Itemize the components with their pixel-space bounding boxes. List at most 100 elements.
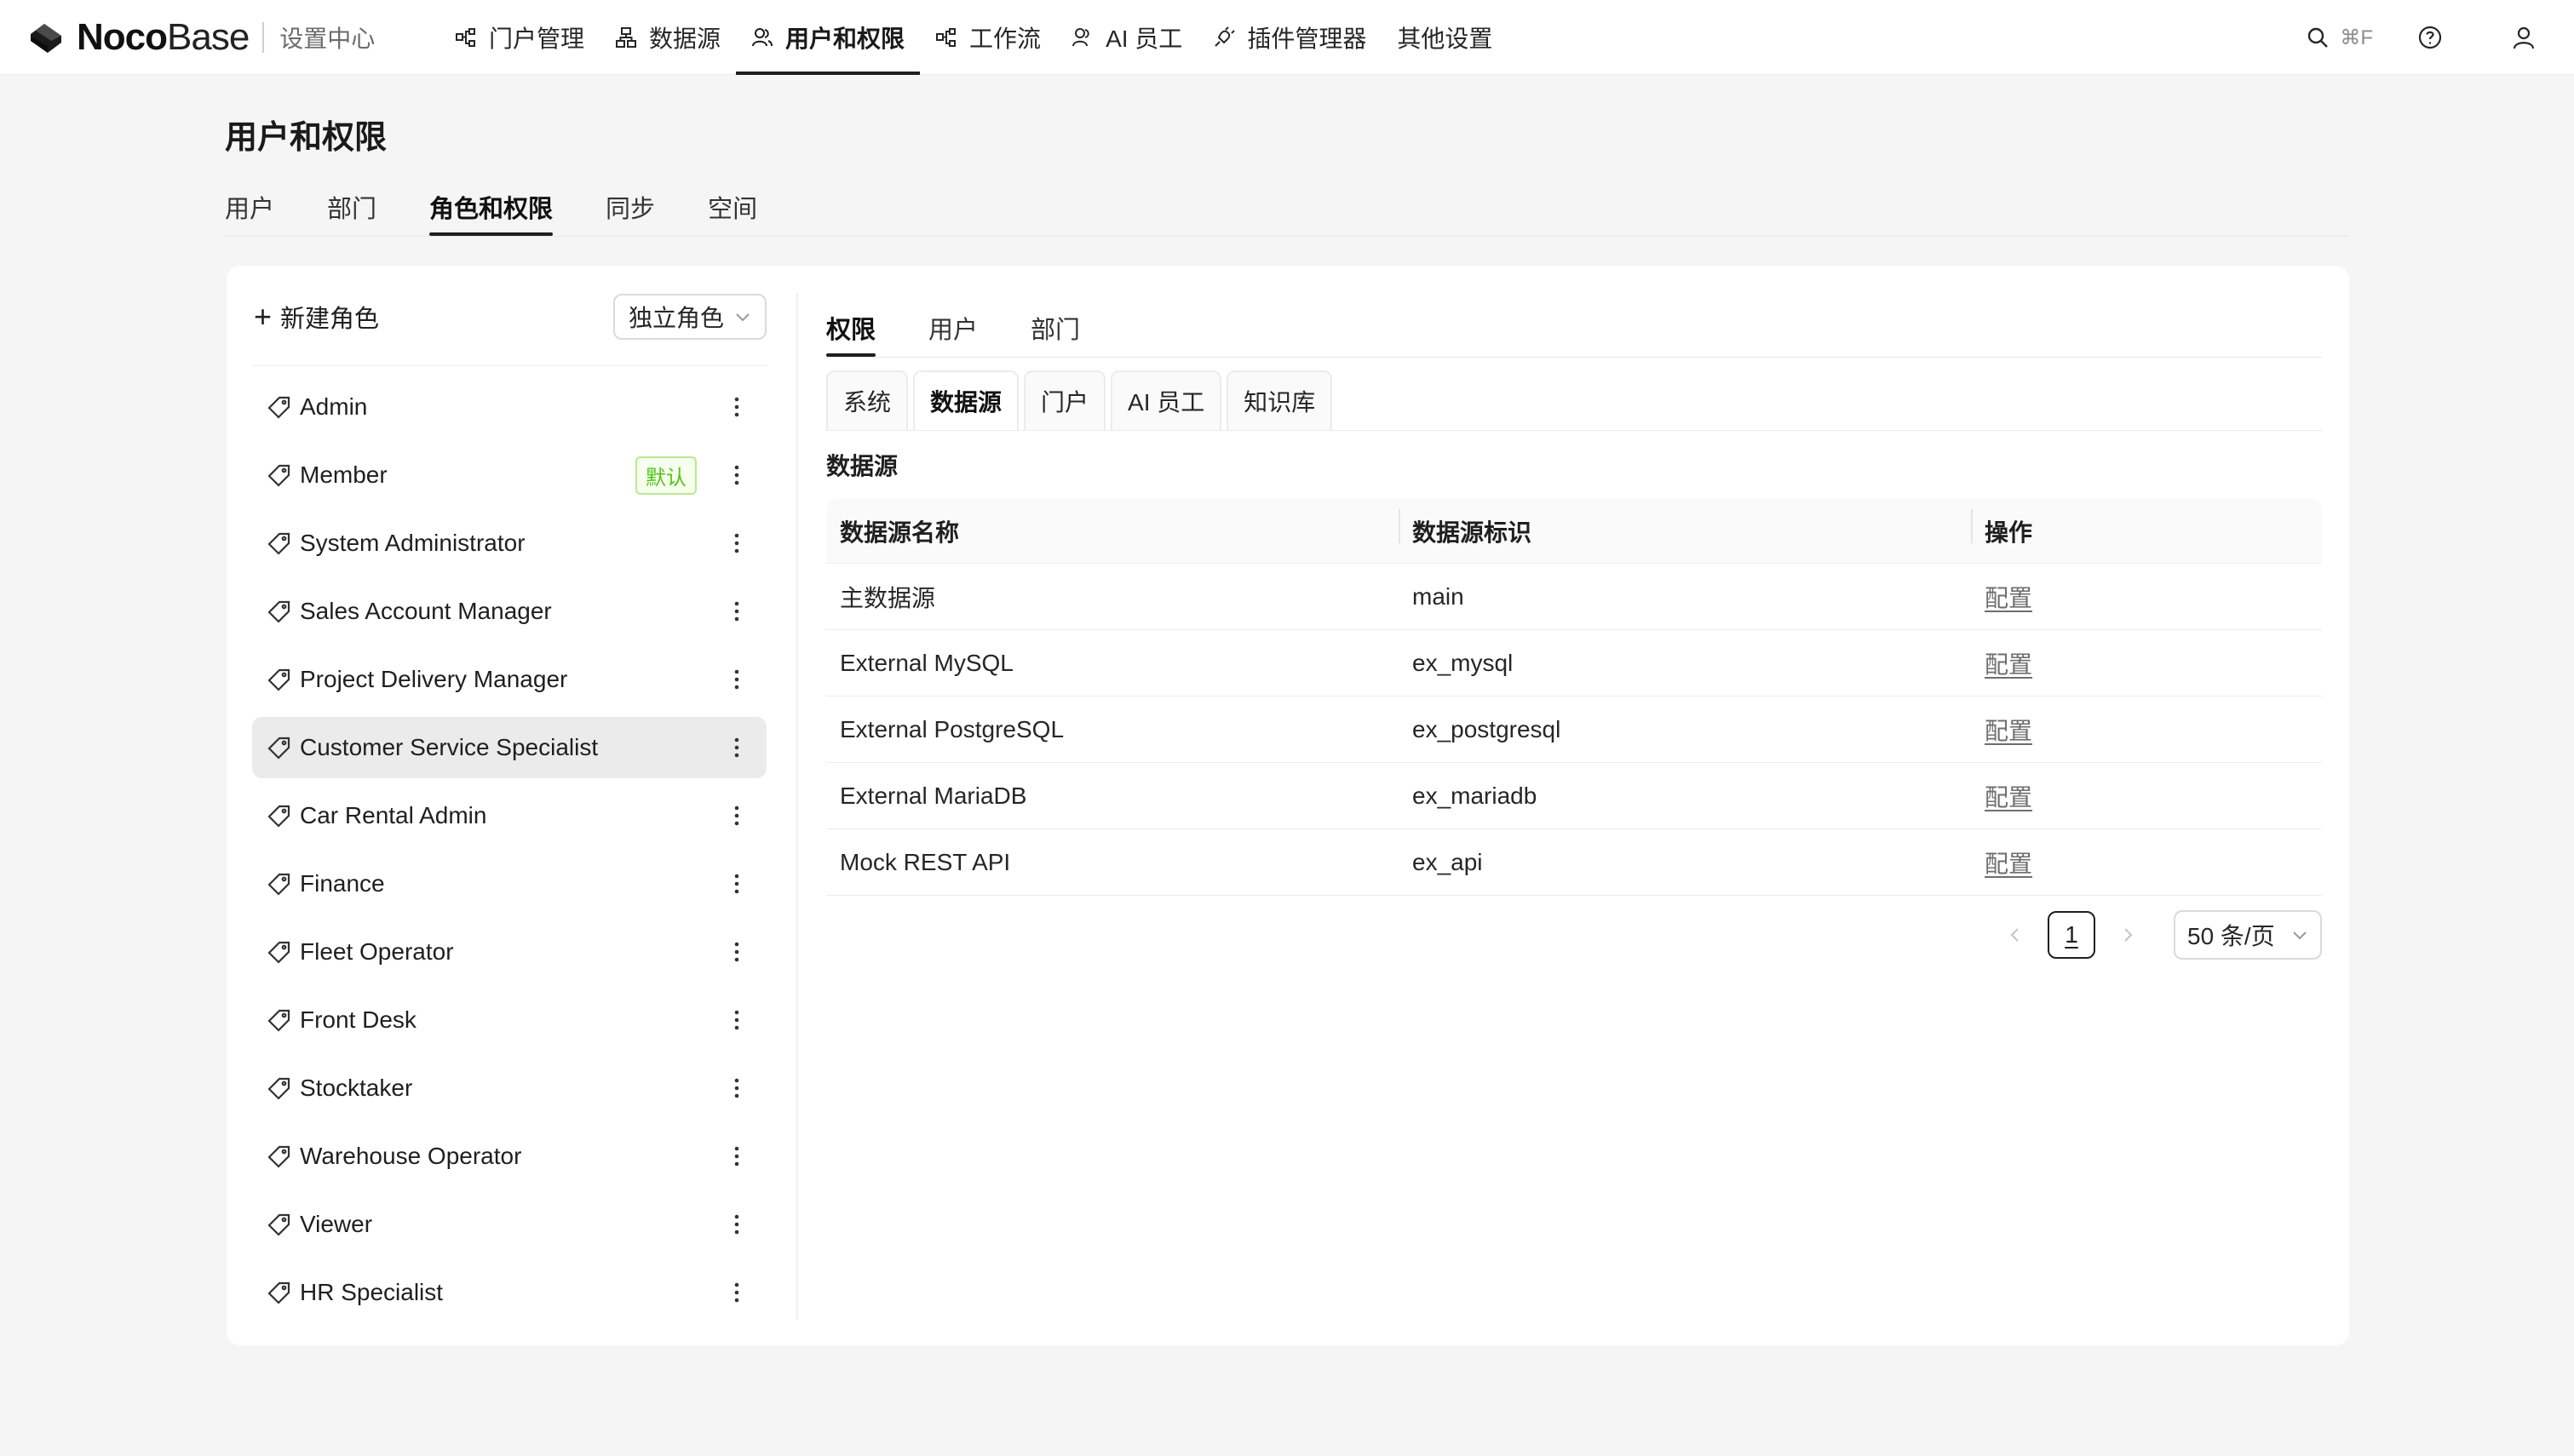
role-name: Viewer <box>300 1211 373 1237</box>
role-name: Sales Account Manager <box>300 598 552 624</box>
top-bar: NocoBase 设置中心 门户管理 数据源 用户和权限 工作流 AI 员工 插… <box>0 0 2574 75</box>
plus-icon: + <box>254 298 273 334</box>
logo[interactable]: NocoBase 设置中心 <box>26 15 375 60</box>
tab-roles-permissions[interactable]: 角色和权限 <box>429 170 554 236</box>
configure-link[interactable]: 配置 <box>1985 651 2032 678</box>
role-name: HR Specialist <box>300 1279 444 1305</box>
role-item[interactable]: Customer Service Specialist <box>252 717 767 778</box>
tab-role-departments[interactable]: 部门 <box>1031 293 1080 357</box>
role-more-button[interactable] <box>722 665 751 694</box>
role-more-button[interactable] <box>722 1142 751 1171</box>
role-item[interactable]: Finance <box>252 853 767 914</box>
role-item[interactable]: Project Delivery Manager <box>252 649 767 710</box>
role-more-button[interactable] <box>722 1210 751 1239</box>
tag-icon <box>267 600 290 623</box>
configure-link[interactable]: 配置 <box>1985 851 2032 877</box>
sub-tab-knowledge-base[interactable]: 知识库 <box>1227 370 1333 430</box>
tab-sync[interactable]: 同步 <box>606 170 655 236</box>
more-vertical-icon <box>734 533 739 553</box>
nav-portal-label: 门户管理 <box>489 26 585 52</box>
datasource-table: 数据源名称 数据源标识 操作 主数据源 main 配置 External MySQL e… <box>826 499 2322 896</box>
next-page-button[interactable] <box>2104 911 2152 959</box>
more-vertical-icon <box>734 1146 739 1167</box>
role-more-button[interactable] <box>722 733 751 762</box>
tag-icon <box>267 805 290 828</box>
top-right-actions: ⌘F <box>2306 0 2574 75</box>
nav-portal[interactable]: 门户管理 <box>440 0 600 75</box>
role-name: Member <box>300 461 388 488</box>
role-more-button[interactable] <box>722 529 751 558</box>
more-vertical-icon <box>734 465 739 485</box>
role-list: Admin Member 默认 System Administrator Sales A… <box>252 376 767 1323</box>
role-more-button[interactable] <box>722 1006 751 1035</box>
tab-permissions[interactable]: 权限 <box>826 293 876 357</box>
configure-link[interactable]: 配置 <box>1985 718 2032 744</box>
role-item[interactable]: Stocktaker <box>252 1058 767 1119</box>
sub-tab-datasource[interactable]: 数据源 <box>913 370 1020 430</box>
role-more-button[interactable] <box>722 937 751 966</box>
table-row: External MySQL ex_mysql 配置 <box>826 630 2322 696</box>
tag-icon <box>267 737 290 760</box>
nav-ai-employee[interactable]: AI 员工 <box>1056 0 1198 75</box>
more-vertical-icon <box>734 1214 739 1235</box>
table-row: External PostgreSQL ex_postgresql 配置 <box>826 696 2322 763</box>
role-item[interactable]: Fleet Operator <box>252 921 767 983</box>
new-role-button[interactable]: + 新建角色 <box>252 299 379 335</box>
role-panel-header: + 新建角色 独立角色 <box>252 293 767 366</box>
role-more-button[interactable] <box>722 393 751 421</box>
logo-subtitle: 设置中心 <box>279 26 376 52</box>
tab-role-users[interactable]: 用户 <box>928 293 978 357</box>
more-vertical-icon <box>734 601 739 622</box>
role-more-button[interactable] <box>722 597 751 626</box>
role-item[interactable]: Car Rental Admin <box>252 785 767 846</box>
role-more-button[interactable] <box>722 1074 751 1103</box>
page-number[interactable]: 1 <box>2048 911 2095 959</box>
role-item[interactable]: System Administrator <box>252 513 767 574</box>
nav-datasource[interactable]: 数据源 <box>600 0 736 75</box>
tab-departments[interactable]: 部门 <box>327 170 376 236</box>
role-item[interactable]: Member 默认 <box>252 444 767 506</box>
logo-separator <box>262 22 265 53</box>
tab-spaces[interactable]: 空间 <box>708 170 757 236</box>
more-vertical-icon <box>734 942 739 962</box>
nav-other-settings[interactable]: 其他设置 <box>1382 0 1508 75</box>
more-vertical-icon <box>734 1078 739 1098</box>
sub-tab-ai-employee[interactable]: AI 员工 <box>1111 370 1222 430</box>
role-more-button[interactable] <box>722 461 751 490</box>
role-item[interactable]: Viewer <box>252 1194 767 1255</box>
nav-datasource-label: 数据源 <box>649 26 721 52</box>
page-size-select[interactable]: 50 条/页 <box>2174 910 2322 960</box>
nav-users-permissions[interactable]: 用户和权限 <box>736 0 921 75</box>
search-button[interactable]: ⌘F <box>2306 26 2373 50</box>
tag-icon <box>267 873 290 896</box>
page-tabs: 用户 部门 角色和权限 同步 空间 <box>225 170 2349 237</box>
help-icon[interactable] <box>2417 25 2443 50</box>
role-mode-select[interactable]: 独立角色 <box>613 293 767 340</box>
role-item[interactable]: Admin <box>252 376 767 438</box>
nav-plugin-manager[interactable]: 插件管理器 <box>1198 0 1382 75</box>
tag-icon <box>267 1281 290 1304</box>
search-icon <box>2308 27 2329 48</box>
configure-link[interactable]: 配置 <box>1985 585 2032 611</box>
role-more-button[interactable] <box>722 1278 751 1307</box>
tag-icon <box>267 1213 290 1236</box>
role-item[interactable]: Warehouse Operator <box>252 1126 767 1187</box>
plugin-icon <box>1215 26 1236 47</box>
role-more-button[interactable] <box>722 869 751 898</box>
permission-tabs: 权限 用户 部门 <box>826 293 2322 358</box>
role-more-button[interactable] <box>722 801 751 830</box>
role-item[interactable]: Front Desk <box>252 989 767 1051</box>
tag-icon <box>267 1077 290 1100</box>
prev-page-button[interactable] <box>1991 911 2039 959</box>
user-icon[interactable] <box>2511 25 2537 50</box>
nav-workflow[interactable]: 工作流 <box>920 0 1056 75</box>
actions-cell: 配置 <box>1971 846 2322 880</box>
sub-tab-system[interactable]: 系统 <box>826 370 909 430</box>
tab-users[interactable]: 用户 <box>225 170 274 236</box>
configure-link[interactable]: 配置 <box>1985 784 2032 811</box>
sub-tab-portal[interactable]: 门户 <box>1024 370 1106 430</box>
role-item[interactable]: Sales Account Manager <box>252 581 767 642</box>
logo-bold: Noco <box>77 16 168 58</box>
role-item[interactable]: HR Specialist <box>252 1262 767 1323</box>
workflow-icon <box>936 28 957 47</box>
